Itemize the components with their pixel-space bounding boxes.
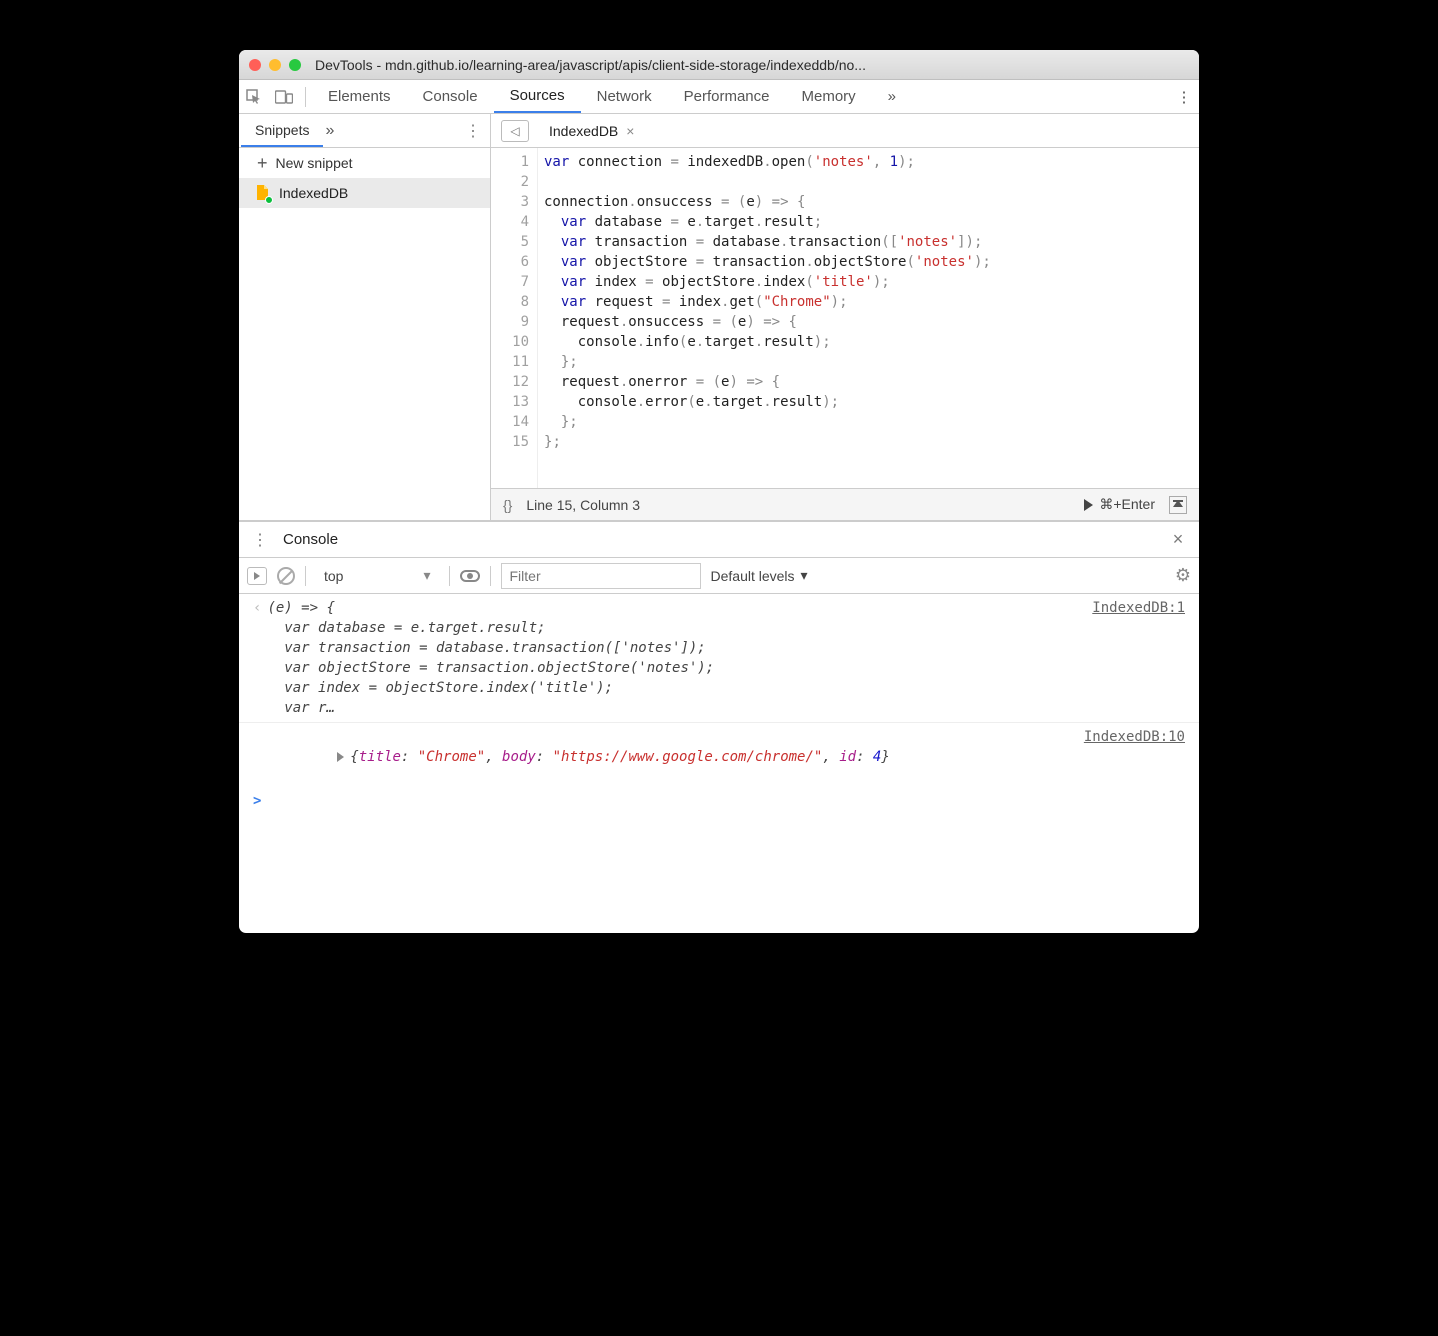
source-link[interactable]: IndexedDB:1 bbox=[1080, 598, 1185, 718]
main-toolbar: ElementsConsoleSourcesNetworkPerformance… bbox=[239, 80, 1199, 114]
chevron-down-icon: ▾ bbox=[423, 567, 430, 584]
separator bbox=[490, 566, 491, 586]
console-settings-icon[interactable]: ⚙ bbox=[1175, 565, 1191, 586]
log-level-selector[interactable]: Default levels ▾ bbox=[711, 567, 808, 584]
clear-console-icon[interactable] bbox=[277, 567, 295, 585]
context-selector[interactable]: top ▾ bbox=[316, 565, 439, 586]
new-snippet-button[interactable]: + New snippet bbox=[239, 148, 490, 178]
source-text[interactable]: var connection = indexedDB.open('notes',… bbox=[537, 148, 1199, 488]
editor-statusbar: {} Line 15, Column 3 ⌘+Enter bbox=[491, 488, 1199, 520]
line-number-gutter: 123456789101112131415 bbox=[491, 148, 537, 488]
navigator-toggle-icon[interactable]: ◁ bbox=[501, 120, 529, 142]
separator bbox=[305, 566, 306, 586]
plus-icon: + bbox=[257, 154, 268, 172]
drawer-tab-console[interactable]: Console bbox=[275, 531, 346, 548]
code-editor[interactable]: 123456789101112131415 var connection = i… bbox=[491, 148, 1199, 488]
toolbar-tab-performance[interactable]: Performance bbox=[668, 80, 786, 113]
drawer-close-icon[interactable]: × bbox=[1163, 529, 1193, 550]
snippet-status-dot-icon bbox=[265, 196, 273, 204]
toolbar-menu-icon[interactable]: ⋮ bbox=[1169, 80, 1199, 113]
console-drawer: ⋮ Console × top ▾ Default levels ▾ ⚙ bbox=[239, 521, 1199, 933]
sidebar-tab-snippets[interactable]: Snippets bbox=[241, 114, 323, 147]
console-toolbar: top ▾ Default levels ▾ ⚙ bbox=[239, 558, 1199, 594]
console-message: ‹ (e) => { var database = e.target.resul… bbox=[239, 598, 1199, 718]
source-link[interactable]: IndexedDB:10 bbox=[1072, 727, 1185, 787]
editor-tab-indexeddb[interactable]: IndexedDB × bbox=[537, 114, 646, 147]
expand-icon[interactable] bbox=[337, 752, 344, 762]
toolbar-tab-network[interactable]: Network bbox=[581, 80, 668, 113]
pretty-print-icon[interactable]: {} bbox=[503, 497, 512, 513]
window-minimize-button[interactable] bbox=[269, 59, 281, 71]
drawer-tabstrip: ⋮ Console × bbox=[239, 522, 1199, 558]
window-titlebar: DevTools - mdn.github.io/learning-area/j… bbox=[239, 50, 1199, 80]
console-output: ‹ (e) => { var database = e.target.resul… bbox=[239, 594, 1199, 933]
separator bbox=[305, 87, 306, 107]
drawer-menu-icon[interactable]: ⋮ bbox=[245, 530, 275, 550]
window-close-button[interactable] bbox=[249, 59, 261, 71]
sources-workarea: Snippets » ⋮ + New snippet IndexedDB ◁ I bbox=[239, 114, 1199, 521]
run-shortcut-label: ⌘+Enter bbox=[1099, 496, 1155, 513]
toolbar-overflow[interactable]: » bbox=[872, 80, 912, 113]
sidebar-tabstrip: Snippets » ⋮ bbox=[239, 114, 490, 148]
console-message-text[interactable]: (e) => { var database = e.target.result;… bbox=[267, 598, 1080, 718]
sidebar-tab-overflow[interactable]: » bbox=[325, 122, 334, 140]
console-prompt[interactable]: > bbox=[239, 787, 1199, 815]
log-level-label: Default levels bbox=[711, 568, 795, 584]
toolbar-tab-sources[interactable]: Sources bbox=[494, 80, 581, 113]
context-label: top bbox=[324, 568, 343, 584]
console-sidebar-toggle-icon[interactable] bbox=[247, 567, 267, 585]
editor-tab-label: IndexedDB bbox=[549, 123, 618, 139]
editor-tabstrip: ◁ IndexedDB × bbox=[491, 114, 1199, 148]
device-toolbar-icon[interactable] bbox=[269, 80, 299, 113]
console-message: {title: "Chrome", body: "https://www.goo… bbox=[239, 722, 1199, 787]
new-snippet-label: New snippet bbox=[276, 155, 353, 171]
input-arrow-icon: ‹ bbox=[253, 598, 261, 718]
snippet-item-label: IndexedDB bbox=[279, 185, 348, 201]
console-filter-input[interactable] bbox=[501, 563, 701, 589]
run-snippet-button[interactable]: ⌘+Enter bbox=[1084, 496, 1155, 513]
toolbar-tab-memory[interactable]: Memory bbox=[786, 80, 872, 113]
console-message-text[interactable]: {title: "Chrome", body: "https://www.goo… bbox=[253, 727, 1072, 787]
sidebar-toggle-icon[interactable] bbox=[1169, 496, 1187, 514]
separator bbox=[449, 566, 450, 586]
snippet-file-icon bbox=[255, 185, 269, 201]
sidebar-menu-icon[interactable]: ⋮ bbox=[458, 121, 488, 141]
window-title: DevTools - mdn.github.io/learning-area/j… bbox=[315, 57, 866, 73]
live-expression-icon[interactable] bbox=[460, 570, 480, 582]
toolbar-tab-console[interactable]: Console bbox=[407, 80, 494, 113]
close-tab-icon[interactable]: × bbox=[626, 123, 634, 139]
inspect-element-icon[interactable] bbox=[239, 80, 269, 113]
snippet-item-indexeddb[interactable]: IndexedDB bbox=[239, 178, 490, 208]
editor-column: ◁ IndexedDB × 123456789101112131415 var … bbox=[491, 114, 1199, 520]
toolbar-tab-elements[interactable]: Elements bbox=[312, 80, 407, 113]
devtools-window: DevTools - mdn.github.io/learning-area/j… bbox=[239, 50, 1199, 933]
cursor-position: Line 15, Column 3 bbox=[526, 497, 640, 513]
play-icon bbox=[1084, 499, 1093, 511]
sources-sidebar: Snippets » ⋮ + New snippet IndexedDB bbox=[239, 114, 491, 520]
chevron-down-icon: ▾ bbox=[801, 567, 808, 584]
window-zoom-button[interactable] bbox=[289, 59, 301, 71]
